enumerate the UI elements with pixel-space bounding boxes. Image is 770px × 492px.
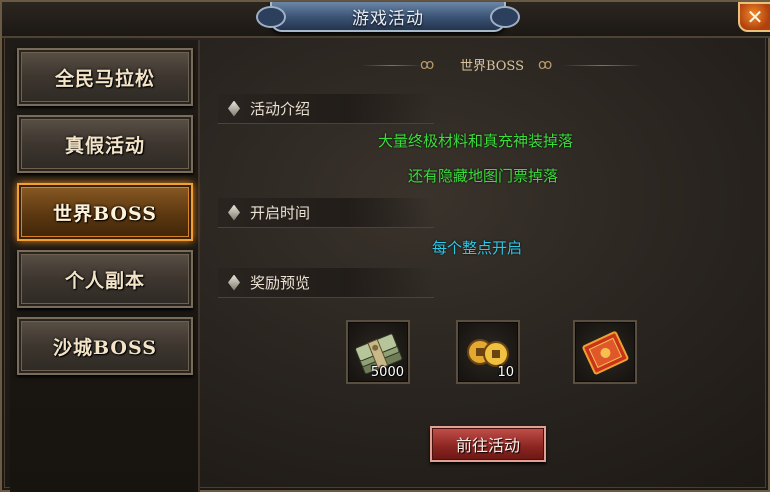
content-panel: ꝏ ꝏ 世界BOSS 活动介绍 大量终极材料和真充神装掉落 还有隐藏地图门票掉落…	[202, 40, 758, 492]
section-heading: 活动介绍	[250, 100, 311, 118]
reward-quantity: 5000	[370, 365, 404, 380]
intro-line-2: 还有隐藏地图门票掉落	[408, 167, 559, 185]
section-heading: 奖励预览	[250, 274, 311, 292]
section-intro: 活动介绍	[218, 94, 434, 124]
intro-line-1: 大量终极材料和真充神装掉落	[378, 132, 574, 150]
red-envelope-icon	[582, 331, 629, 375]
sidebar-item-label: 个人副本	[64, 269, 145, 292]
sidebar-item-label: 沙城BOSS	[53, 336, 157, 359]
section-time: 开启时间	[218, 198, 434, 228]
reward-slot[interactable]: 10	[456, 320, 520, 384]
close-icon: ✕	[746, 5, 764, 29]
reward-slot[interactable]	[573, 320, 637, 384]
reward-quantity: 10	[497, 365, 514, 380]
diamond-icon	[228, 274, 240, 291]
title-ornament-right	[490, 6, 520, 28]
open-time-text: 每个整点开启	[432, 239, 523, 257]
sidebar: 全民马拉松 真假活动 世界BOSS 个人副本 沙城BOSS	[10, 40, 200, 492]
sidebar-item-label: 真假活动	[64, 134, 145, 157]
content-title: 世界BOSS	[459, 59, 525, 74]
close-button[interactable]: ✕	[738, 2, 770, 32]
sidebar-item-real-fake[interactable]: 真假活动	[17, 115, 193, 173]
section-rewards: 奖励预览	[218, 268, 434, 298]
diamond-icon	[228, 204, 240, 221]
sidebar-item-label: 全民马拉松	[54, 67, 155, 90]
sidebar-item-world-boss[interactable]: 世界BOSS	[17, 183, 193, 241]
reward-slot[interactable]: 5000	[346, 320, 410, 384]
sidebar-item-label: 世界BOSS	[53, 202, 157, 225]
window-title: 游戏活动	[352, 8, 424, 29]
activity-window: 游戏活动 ✕ 全民马拉松 真假活动 世界BOSS 个人副本 沙城BOSS ꝏ ꝏ…	[0, 0, 770, 492]
title-plate: 游戏活动	[256, 2, 520, 32]
diamond-icon	[228, 100, 240, 117]
sidebar-item-personal-dungeon[interactable]: 个人副本	[17, 250, 193, 308]
title-ornament-left	[256, 6, 286, 28]
go-to-activity-button[interactable]: 前往活动	[430, 426, 546, 462]
sidebar-item-sand-city-boss[interactable]: 沙城BOSS	[17, 317, 193, 375]
sidebar-item-marathon[interactable]: 全民马拉松	[17, 48, 193, 106]
section-heading: 开启时间	[250, 204, 311, 222]
